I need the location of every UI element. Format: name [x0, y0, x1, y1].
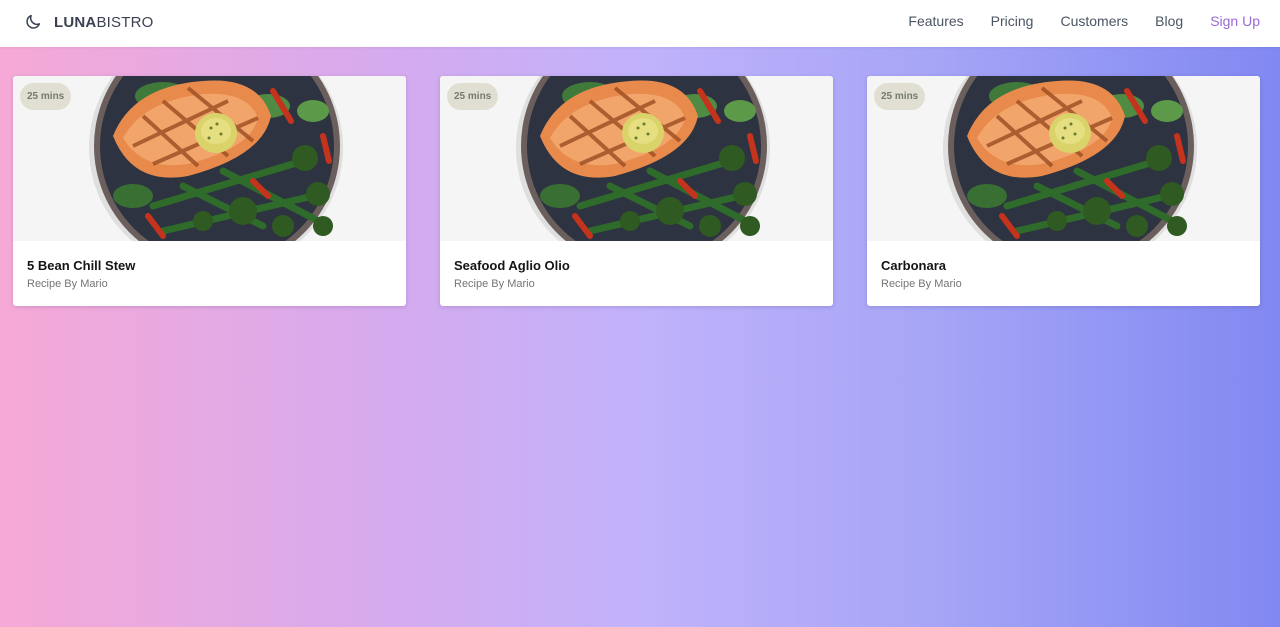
time-badge: 25 mins: [20, 83, 72, 110]
recipe-info: Seafood Aglio Olio Recipe By Mario: [454, 258, 570, 290]
salmon-plate-image: [867, 76, 1260, 241]
recipe-author: Recipe By Mario: [881, 278, 962, 290]
time-badge: 25 mins: [447, 83, 499, 110]
recipe-card[interactable]: 25 mins Carbonara Recipe By Mario: [867, 76, 1260, 306]
nav-link-customers[interactable]: Customers: [1060, 13, 1128, 29]
top-navbar: LUNABISTRO Features Pricing Customers Bl…: [0, 0, 1280, 47]
recipe-info: 5 Bean Chill Stew Recipe By Mario: [27, 258, 135, 290]
recipe-title: 5 Bean Chill Stew: [27, 258, 136, 273]
nav-links: Features Pricing Customers Blog Sign Up: [908, 13, 1260, 29]
recipe-image: 25 mins: [867, 76, 1260, 241]
brand-name: LUNABISTRO: [54, 14, 154, 31]
recipe-info: Carbonara Recipe By Mario: [881, 258, 962, 290]
brand-name-bold: LUNA: [54, 13, 97, 31]
recipe-card[interactable]: 25 mins Seafood Aglio Olio Recipe By Mar…: [440, 76, 833, 306]
salmon-plate-image: [13, 76, 406, 241]
signup-link[interactable]: Sign Up: [1210, 13, 1260, 29]
recipe-author: Recipe By Mario: [454, 278, 535, 290]
nav-link-features[interactable]: Features: [908, 13, 963, 29]
time-badge: 25 mins: [874, 83, 926, 110]
nav-link-pricing[interactable]: Pricing: [991, 13, 1034, 29]
recipe-card[interactable]: 25 mins 5 Bean Chill Stew Recipe By Mari…: [13, 76, 406, 306]
brand-name-light: BISTRO: [96, 13, 154, 31]
recipe-author: Recipe By Mario: [27, 278, 108, 290]
nav-link-blog[interactable]: Blog: [1155, 13, 1183, 29]
recipes-section: 25 mins 5 Bean Chill Stew Recipe By Mari…: [0, 47, 1280, 627]
recipe-image: 25 mins: [13, 76, 406, 241]
recipe-title: Carbonara: [881, 258, 947, 273]
salmon-plate-image: [440, 76, 833, 241]
recipe-image: 25 mins: [440, 76, 833, 241]
moon-icon: [26, 14, 41, 29]
brand-logo-link[interactable]: LUNABISTRO: [24, 10, 154, 34]
recipe-title: Seafood Aglio Olio: [454, 258, 570, 273]
